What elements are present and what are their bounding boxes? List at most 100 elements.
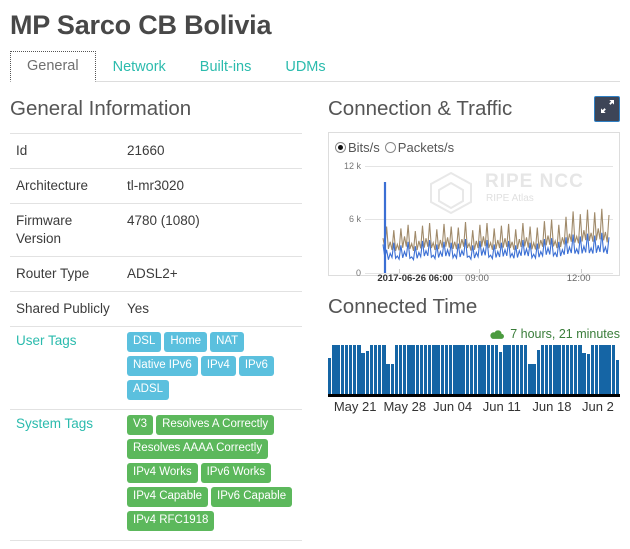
connected-time-bar[interactable] — [553, 345, 557, 394]
connected-time-bar[interactable] — [611, 345, 616, 394]
connected-time-bar[interactable] — [540, 345, 545, 394]
connected-time-bar[interactable] — [528, 363, 532, 394]
connected-time-bar[interactable] — [465, 345, 470, 394]
connected-time-bar[interactable] — [432, 345, 436, 394]
connected-time-bar[interactable] — [336, 345, 340, 394]
connected-time-bar[interactable] — [394, 345, 399, 394]
connected-time-bar[interactable] — [353, 345, 357, 394]
system-tag-7[interactable]: IPv4 RFC1918 — [127, 511, 215, 531]
connected-time-bar[interactable] — [398, 345, 403, 394]
user-tag-2[interactable]: NAT — [210, 332, 245, 352]
connected-time-bar[interactable] — [373, 345, 378, 394]
connected-time-bar[interactable] — [486, 345, 490, 394]
connected-time-bar[interactable] — [357, 345, 361, 394]
connected-time-bar[interactable] — [503, 345, 507, 394]
connected-time-bar[interactable] — [344, 345, 349, 394]
system-tag-3[interactable]: IPv4 Works — [127, 463, 198, 483]
connected-time-bar[interactable] — [524, 345, 528, 394]
tab-general[interactable]: General — [10, 51, 96, 82]
connected-time-bar[interactable] — [482, 345, 486, 394]
connected-time-bar[interactable] — [490, 345, 495, 394]
user-tag-6[interactable]: ADSL — [127, 380, 170, 400]
connected-time-bar[interactable] — [440, 345, 444, 394]
system-tag-4[interactable]: IPv6 Works — [200, 463, 272, 483]
connected-time-bar[interactable] — [469, 345, 474, 394]
connected-time-bar[interactable] — [453, 345, 457, 394]
expand-button[interactable] — [594, 96, 620, 122]
system-tag-5[interactable]: IPv4 Capable — [127, 487, 209, 507]
radio-label-bits-per-second[interactable]: Bits/s — [348, 140, 380, 155]
connected-time-bar[interactable] — [511, 345, 515, 394]
tab-built-ins[interactable]: Built-ins — [183, 52, 269, 82]
connected-time-bar[interactable] — [461, 345, 465, 394]
connected-time-bar[interactable] — [382, 345, 386, 394]
connected-time-bar[interactable] — [378, 345, 382, 394]
connected-time-chart[interactable] — [328, 345, 620, 397]
tab-udms[interactable]: UDMs — [268, 52, 342, 82]
connected-time-bar[interactable] — [586, 353, 590, 394]
connected-time-bar[interactable] — [565, 345, 570, 394]
user-tag-0[interactable]: DSL — [127, 332, 162, 352]
connected-time-bar[interactable] — [574, 345, 578, 394]
connected-time-bar[interactable] — [448, 345, 453, 394]
connected-time-bar[interactable] — [386, 364, 390, 394]
connected-time-bar[interactable] — [361, 352, 365, 394]
connected-time-bar[interactable] — [603, 345, 607, 394]
radio-packets-per-second[interactable] — [384, 141, 396, 153]
connected-time-bar[interactable] — [369, 345, 374, 394]
connected-time-bar[interactable] — [332, 345, 336, 394]
connected-time-bar[interactable] — [557, 345, 561, 394]
connected-time-bar[interactable] — [499, 351, 503, 394]
connected-time-bar[interactable] — [411, 345, 415, 394]
connected-time-bar[interactable] — [615, 360, 620, 394]
connected-time-bar[interactable] — [519, 345, 524, 394]
connected-time-bar[interactable] — [403, 345, 407, 394]
connected-time-bar[interactable] — [532, 363, 536, 394]
connected-time-bar[interactable] — [415, 345, 419, 394]
connected-time-bar[interactable] — [561, 345, 565, 394]
connected-time-bar[interactable] — [544, 345, 549, 394]
connected-time-bar[interactable] — [365, 350, 369, 394]
row-value-id: 21660 — [127, 143, 165, 158]
connected-time-bar[interactable] — [444, 345, 449, 394]
system-tag-1[interactable]: Resolves A Correctly — [156, 415, 275, 435]
connected-time-bar[interactable] — [549, 345, 553, 394]
connected-time-bar[interactable] — [590, 345, 595, 394]
table-row: Router Type ADSL2+ — [10, 256, 302, 292]
connected-time-bar[interactable] — [599, 345, 603, 394]
connected-time-bar[interactable] — [507, 345, 511, 394]
connected-time-bar[interactable] — [536, 349, 540, 394]
traffic-plot-area[interactable]: RIPE NCC RIPE Atlas 06 k 12 k — [344, 157, 613, 278]
user-tag-1[interactable]: Home — [164, 332, 208, 352]
connected-time-bar[interactable] — [390, 364, 394, 394]
radio-label-packets-per-second[interactable]: Packets/s — [398, 140, 454, 155]
connected-time-bar[interactable] — [474, 345, 478, 394]
connected-time-bar[interactable] — [428, 345, 432, 394]
connected-time-bar[interactable] — [607, 345, 611, 394]
connected-time-bar[interactable] — [569, 345, 574, 394]
user-tag-3[interactable]: Native IPv6 — [127, 356, 198, 376]
tab-network[interactable]: Network — [96, 52, 183, 82]
system-tag-6[interactable]: IPv6 Capable — [211, 487, 293, 507]
connected-time-bar[interactable] — [457, 345, 461, 394]
system-tag-2[interactable]: Resolves AAAA Correctly — [127, 439, 269, 459]
connected-time-bar[interactable] — [594, 345, 599, 394]
connected-time-bar[interactable] — [419, 345, 424, 394]
connected-time-bar[interactable] — [348, 345, 353, 394]
user-tag-4[interactable]: IPv4 — [200, 356, 236, 376]
connected-time-bar[interactable] — [582, 352, 586, 394]
connected-time-bar[interactable] — [578, 345, 582, 394]
radio-bits-per-second[interactable] — [335, 141, 346, 153]
connected-time-bar[interactable] — [478, 345, 482, 394]
connected-time-bar[interactable] — [515, 345, 520, 394]
connected-time-baseline — [328, 394, 620, 397]
connected-time-bar[interactable] — [340, 345, 344, 394]
connected-time-bar[interactable] — [436, 345, 440, 394]
connected-time-bar[interactable] — [423, 345, 428, 394]
tab-bar: General Network Built-ins UDMs — [10, 51, 620, 82]
user-tag-5[interactable]: IPv6 — [238, 356, 274, 376]
connected-time-bar[interactable] — [494, 345, 499, 394]
system-tag-0[interactable]: V3 — [127, 415, 154, 435]
connected-time-bar[interactable] — [328, 357, 332, 394]
connected-time-bar[interactable] — [407, 345, 411, 394]
